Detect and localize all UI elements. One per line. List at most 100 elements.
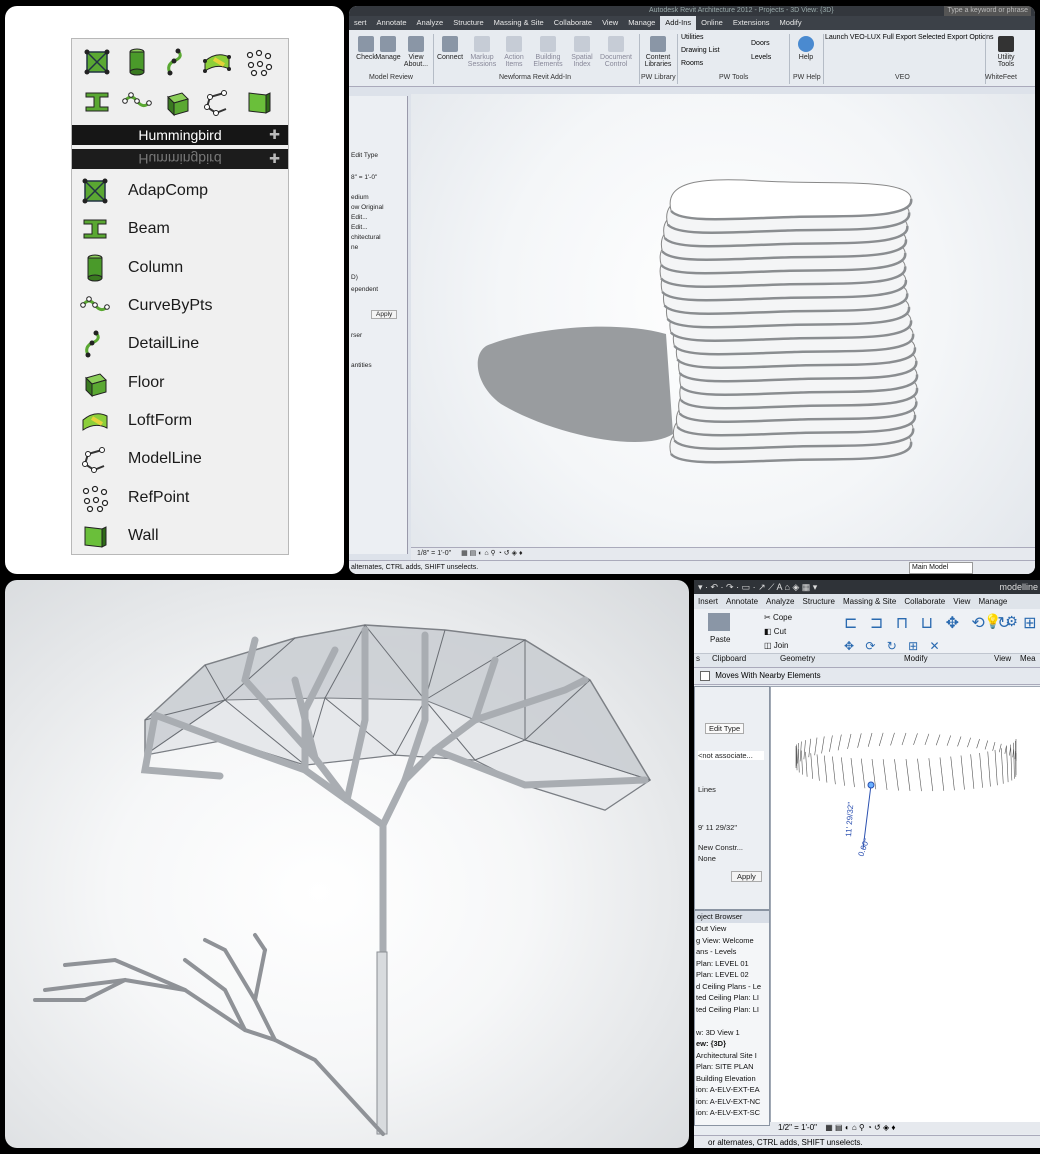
building-elements-button[interactable]: Building Elements (531, 36, 565, 68)
component-adapcomp[interactable]: AdapComp (72, 172, 288, 210)
cut-button[interactable]: ◧ Cut (764, 627, 786, 636)
tab-annotate[interactable]: Annotate (372, 16, 412, 30)
moves-with-nearby-checkbox[interactable] (700, 670, 710, 681)
component-loftform[interactable]: LoftForm (72, 402, 288, 440)
browser-tree: Out View g View: Welcome ans - Levels Plan:… (695, 923, 769, 1119)
browser-item[interactable]: ion: A-ELV-EXT-NC (695, 1096, 769, 1108)
floor-icon[interactable] (162, 87, 192, 117)
workset-select[interactable]: Main Model (909, 562, 973, 574)
view-control-icons[interactable]: ▦ ▤ ◐ ⌂ ⚲ ◔ ↺ ◈ ♦ (461, 550, 522, 557)
tab-analyze[interactable]: Analyze (762, 594, 798, 609)
connect-button[interactable]: Connect (433, 36, 467, 61)
tab-insert[interactable]: sert (349, 16, 372, 30)
browser-item[interactable]: ew: {3D} (695, 1038, 769, 1050)
3d-viewport[interactable]: 11' 29/32" 0.00° (770, 686, 1040, 1124)
edit-button-2[interactable]: Edit... (351, 224, 368, 231)
tab-massing-site[interactable]: Massing & Site (839, 594, 900, 609)
search-input[interactable]: Type a keyword or phrase (944, 6, 1031, 16)
apply-button[interactable]: Apply (731, 871, 762, 882)
browser-item[interactable]: ans - Levels (695, 946, 769, 958)
help-button[interactable]: Help (789, 36, 823, 61)
curvebypts-icon[interactable] (122, 87, 152, 117)
column-icon[interactable] (122, 47, 152, 77)
browser-item[interactable]: w: 3D View 1 (695, 1027, 769, 1039)
browser-item[interactable]: Out View (695, 923, 769, 935)
modelline-icon[interactable] (202, 87, 232, 117)
component-detailline[interactable]: DetailLine (72, 325, 288, 363)
adapcomp-icon[interactable] (82, 47, 112, 77)
veo-export-button[interactable]: Launch VEO-LUX Full Export Selected Expo… (825, 34, 993, 41)
modify-tool-icons-row2[interactable]: ✥ ⟳ ↻ ⊞ ✕ (844, 639, 944, 653)
document-control-button[interactable]: Document Control (599, 36, 633, 68)
component-floor[interactable]: Floor (72, 363, 288, 401)
join-button[interactable]: ◫ Join (764, 641, 788, 650)
tab-modify[interactable]: Modify (775, 16, 807, 30)
browser-item[interactable]: d Ceiling Plans - Le (695, 981, 769, 993)
component-refpoint[interactable]: RefPoint (72, 478, 288, 516)
tab-structure[interactable]: Structure (799, 594, 839, 609)
browser-item[interactable]: Architectural Site I (695, 1050, 769, 1062)
levels-button[interactable]: Levels (751, 54, 771, 61)
browser-item[interactable]: Plan: SITE PLAN (695, 1061, 769, 1073)
browser-item[interactable]: Building Elevation (695, 1073, 769, 1085)
edit-button-1[interactable]: Edit... (351, 214, 368, 221)
doors-button[interactable]: Doors (751, 40, 770, 47)
component-wall[interactable]: Wall (72, 517, 288, 555)
expand-icon[interactable]: ✚ (269, 125, 280, 145)
cope-button[interactable]: ✂ Cope (764, 613, 792, 622)
edit-type-button[interactable]: Edit Type (705, 723, 745, 734)
browser-item[interactable]: ted Ceiling Plan: LI (695, 1004, 769, 1016)
view-control-icons[interactable]: ▦ ▤ ◐ ⌂ ⚲ ◔ ↺ ◈ ♦ (825, 1123, 895, 1132)
scale-label[interactable]: 1/2" = 1'-0" (778, 1123, 817, 1132)
beam-icon[interactable] (82, 87, 112, 117)
hummingbird-title-bar[interactable]: Hummingbird ✚ (72, 125, 288, 145)
tab-insert[interactable]: Insert (694, 594, 722, 609)
3d-viewport[interactable] (411, 94, 1035, 550)
browser-item[interactable]: g View: Welcome (695, 935, 769, 947)
tab-manage[interactable]: Manage (974, 594, 1011, 609)
tab-massing-site[interactable]: Massing & Site (489, 16, 549, 30)
rooms-button[interactable]: Rooms (681, 60, 703, 67)
browser-item[interactable]: ion: A-ELV-EXT-EA (695, 1084, 769, 1096)
apply-button[interactable]: Apply (371, 310, 398, 319)
tab-collaborate[interactable]: Collaborate (549, 16, 597, 30)
tab-view[interactable]: View (949, 594, 974, 609)
tab-collaborate[interactable]: Collaborate (900, 594, 949, 609)
tab-add-ins[interactable]: Add-Ins (660, 16, 697, 30)
wall-icon[interactable] (244, 87, 274, 117)
tab-analyze[interactable]: Analyze (412, 16, 449, 30)
browser-item[interactable]: Plan: LEVEL 01 (695, 958, 769, 970)
utility-tools-button[interactable]: Utility Tools (989, 36, 1023, 68)
browser-item[interactable]: Plan: LEVEL 02 (695, 969, 769, 981)
component-curvebypts[interactable]: CurveByPts (72, 287, 288, 325)
view-tool-icons[interactable]: 💡 ⚙ (984, 613, 1018, 630)
browser-item[interactable] (695, 1015, 769, 1027)
browser-quantities[interactable]: antities (351, 362, 372, 369)
tab-extensions[interactable]: Extensions (728, 16, 775, 30)
tab-manage[interactable]: Manage (623, 16, 660, 30)
browser-item[interactable]: ion: A-ELV-EXT-SC (695, 1107, 769, 1119)
component-modelline[interactable]: ModelLine (72, 440, 288, 478)
mobius-segment (816, 754, 820, 781)
tab-annotate[interactable]: Annotate (722, 594, 762, 609)
drawing-list-button[interactable]: Drawing List (681, 47, 720, 54)
loftform-icon[interactable] (202, 47, 232, 77)
view-about-button[interactable]: View About... (399, 36, 433, 68)
markup-sessions-button[interactable]: Markup Sessions (465, 36, 499, 68)
tab-structure[interactable]: Structure (448, 16, 488, 30)
utilities-button[interactable]: Utilities (681, 34, 704, 41)
component-column[interactable]: Column (72, 249, 288, 287)
tab-view[interactable]: View (597, 16, 623, 30)
action-items-button[interactable]: Action Items (497, 36, 531, 68)
content-libraries-button[interactable]: Content Libraries (641, 36, 675, 68)
refpoint-icon[interactable] (244, 47, 274, 77)
browser-item[interactable]: ted Ceiling Plan: LI (695, 992, 769, 1004)
tab-online[interactable]: Online (696, 16, 728, 30)
detailline-icon[interactable] (162, 47, 192, 77)
spatial-index-button[interactable]: Spatial Index (565, 36, 599, 68)
component-beam[interactable]: Beam (72, 210, 288, 248)
paste-button[interactable]: Paste (710, 635, 730, 644)
edit-type-button[interactable]: Edit Type (351, 152, 378, 159)
qat-icons[interactable]: ▾ · ↶ · ↷ · ▭ · ↗ ⟋ A ⌂ ◈ ▦ ▾ (698, 582, 817, 592)
scale-label[interactable]: 1/8" = 1'-0" (417, 550, 451, 557)
